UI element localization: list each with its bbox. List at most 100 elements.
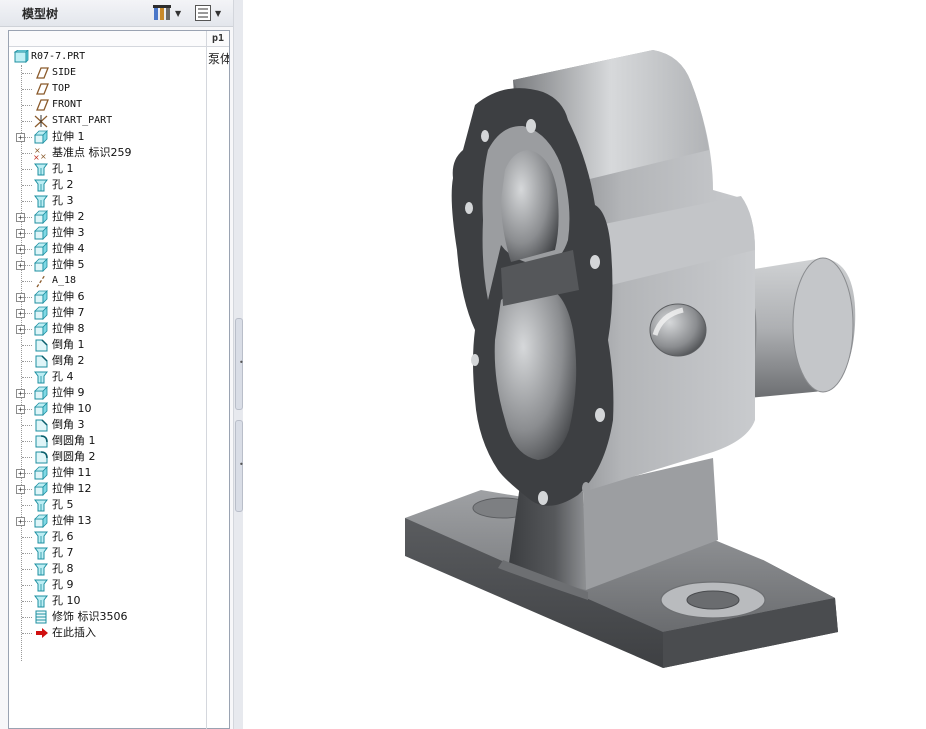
- tree-item[interactable]: 倒角 2: [9, 353, 205, 369]
- tree-item-label: 倒角 1: [52, 338, 85, 351]
- tree-connector-branch: [22, 601, 32, 602]
- tree-item[interactable]: 孔 1: [9, 161, 205, 177]
- tree-item[interactable]: 孔 3: [9, 193, 205, 209]
- panel-splitter[interactable]: • •: [233, 0, 244, 729]
- tree-item[interactable]: 修饰 标识3506: [9, 609, 205, 625]
- tree-item[interactable]: + 拉伸 9: [9, 385, 205, 401]
- tree-connector-branch: [22, 361, 32, 362]
- tree-item-label: 倒圆角 2: [52, 450, 96, 463]
- tree-connector-branch: [22, 265, 32, 266]
- extrude-icon: [34, 514, 48, 528]
- tree-item[interactable]: 倒角 3: [9, 417, 205, 433]
- tree-item-label: 拉伸 8: [52, 322, 85, 335]
- tree-item-label: 拉伸 4: [52, 242, 85, 255]
- tree-item[interactable]: 在此插入: [9, 625, 205, 641]
- tree-connector-branch: [22, 185, 32, 186]
- tree-item[interactable]: + 拉伸 10: [9, 401, 205, 417]
- tree-item[interactable]: 孔 4: [9, 369, 205, 385]
- tree-item[interactable]: + 拉伸 12: [9, 481, 205, 497]
- tree-item[interactable]: 倒角 1: [9, 337, 205, 353]
- tree-item-label: TOP: [52, 83, 71, 94]
- collapse-handle[interactable]: •: [235, 420, 244, 512]
- tree-item-label: 在此插入: [52, 626, 96, 639]
- tree-connector-branch: [22, 233, 32, 234]
- tree-connector-branch: [22, 505, 32, 506]
- tree-settings-button[interactable]: ▼: [152, 3, 186, 23]
- tree-item[interactable]: TOP: [9, 81, 205, 97]
- tree-connector-branch: [22, 153, 32, 154]
- chamfer-icon: [35, 339, 48, 352]
- collapse-handle[interactable]: •: [235, 318, 244, 410]
- tree-item[interactable]: + 拉伸 13: [9, 513, 205, 529]
- extrude-icon: [34, 306, 48, 320]
- tree-item-label: 倒圆角 1: [52, 434, 96, 447]
- round-icon: [35, 451, 48, 464]
- tree-item[interactable]: + 拉伸 8: [9, 321, 205, 337]
- tree-item[interactable]: SIDE: [9, 65, 205, 81]
- tree-item[interactable]: + 拉伸 7: [9, 305, 205, 321]
- tree-root[interactable]: R07-7.PRT: [9, 49, 205, 65]
- chamfer-icon: [35, 355, 48, 368]
- tree-connector-branch: [22, 297, 32, 298]
- tree-item[interactable]: × × × 基准点 标识259: [9, 145, 205, 161]
- csys-icon: [34, 115, 48, 128]
- tree-item[interactable]: FRONT: [9, 97, 205, 113]
- tree-item[interactable]: 孔 10: [9, 593, 205, 609]
- tree-columns-icon: [195, 5, 211, 21]
- column-divider[interactable]: [206, 31, 207, 729]
- tree-item[interactable]: + 拉伸 11: [9, 465, 205, 481]
- tree-item[interactable]: + 拉伸 3: [9, 225, 205, 241]
- tree-item-label: 拉伸 13: [52, 514, 92, 527]
- tree-item[interactable]: A_18: [9, 273, 205, 289]
- datum-point-icon: ×××: [33, 146, 47, 160]
- datum-plane-icon: [36, 99, 49, 111]
- tree-item[interactable]: 倒圆角 2: [9, 449, 205, 465]
- tree-connector-branch: [22, 201, 32, 202]
- tree-item-label: 倒角 3: [52, 418, 85, 431]
- tree-item[interactable]: + 拉伸 4: [9, 241, 205, 257]
- tree-item-label: 拉伸 6: [52, 290, 85, 303]
- extrude-icon: [34, 258, 48, 272]
- tree-item-label: 孔 7: [52, 546, 74, 559]
- tree-column-header[interactable]: p1: [212, 33, 224, 44]
- tree-item[interactable]: 孔 6: [9, 529, 205, 545]
- svg-text:×: ×: [33, 153, 40, 160]
- tree-item[interactable]: 孔 5: [9, 497, 205, 513]
- tree-connector-branch: [22, 425, 32, 426]
- svg-text:×: ×: [40, 152, 47, 160]
- tree-item[interactable]: 孔 7: [9, 545, 205, 561]
- tree-item[interactable]: START_PART: [9, 113, 205, 129]
- datum-axis-icon: [36, 274, 46, 288]
- cosmetic-thread-icon: [35, 610, 47, 624]
- tree-item[interactable]: 孔 2: [9, 177, 205, 193]
- tree-item-label: A_18: [52, 275, 77, 286]
- extrude-icon: [34, 322, 48, 336]
- tree-item[interactable]: 孔 9: [9, 577, 205, 593]
- tree-connector-branch: [22, 585, 32, 586]
- tree-show-button[interactable]: ▼: [194, 3, 228, 23]
- extrude-icon: [34, 210, 48, 224]
- tree-item-label: START_PART: [52, 115, 113, 126]
- app-window: 模型树 ▼ ▼ p1 泵体 R07-7.PRT SIDE TOP FRONT S…: [0, 0, 926, 729]
- tree-item[interactable]: 孔 8: [9, 561, 205, 577]
- insert-here-icon: [36, 628, 48, 638]
- tree-item[interactable]: + 拉伸 1: [9, 129, 205, 145]
- tree-item[interactable]: + 拉伸 6: [9, 289, 205, 305]
- tree-connector-branch: [22, 329, 32, 330]
- pump-body-3d-model[interactable]: [243, 0, 926, 729]
- model-tree-header: 模型树 ▼ ▼: [0, 0, 233, 27]
- tree-connector-branch: [22, 73, 32, 74]
- tree-item-label: 孔 3: [52, 194, 74, 207]
- hole-icon: [34, 563, 48, 576]
- datum-plane-icon: [36, 83, 49, 95]
- tree-item[interactable]: 倒圆角 1: [9, 433, 205, 449]
- tree-item[interactable]: + 拉伸 2: [9, 209, 205, 225]
- extrude-icon: [34, 482, 48, 496]
- tree-connector-branch: [22, 89, 32, 90]
- hole-icon: [34, 195, 48, 208]
- extrude-icon: [34, 242, 48, 256]
- graphics-viewport[interactable]: [243, 0, 926, 729]
- tree-item-label: 孔 10: [52, 594, 81, 607]
- tree-item-label: 拉伸 7: [52, 306, 85, 319]
- tree-item[interactable]: + 拉伸 5: [9, 257, 205, 273]
